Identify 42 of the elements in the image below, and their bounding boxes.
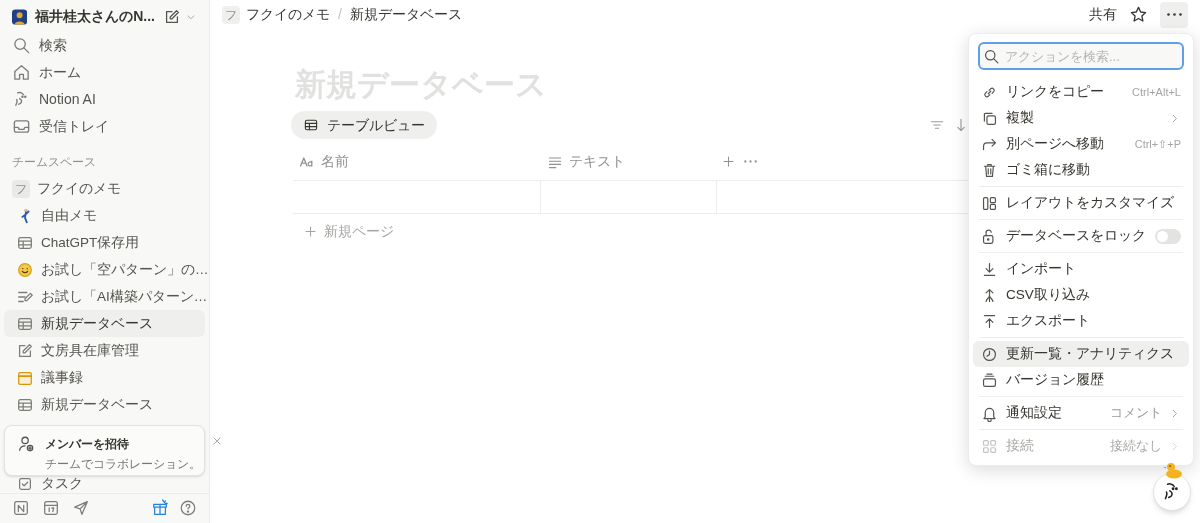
- share-button[interactable]: 共有: [1089, 4, 1117, 25]
- page-item[interactable]: お試し「空パターン」の…: [4, 256, 205, 284]
- breadcrumb-link[interactable]: 新規データベース: [349, 4, 462, 25]
- menu-item[interactable]: 別ページへ移動 Ctrl+⇧+P: [973, 131, 1189, 157]
- shortcut-text: Ctrl+⇧+P: [1134, 136, 1181, 152]
- setting-value: コメント: [1110, 404, 1162, 423]
- invite-title: メンバーを招待: [45, 436, 130, 454]
- menu-item[interactable]: インポート: [973, 256, 1189, 282]
- workspace-name[interactable]: 福井桂太さんのN...: [35, 6, 155, 27]
- menu-item[interactable]: エクスポート: [973, 308, 1189, 334]
- setting-value: 接続なし: [1110, 437, 1162, 456]
- menu-item[interactable]: CSV取り込み: [973, 282, 1189, 308]
- page-item[interactable]: お試し「AI構築パターン…: [4, 283, 205, 311]
- breadcrumb-separator: /: [337, 5, 343, 24]
- page-item[interactable]: 新規データベース: [4, 310, 205, 338]
- shortcut-text: Ctrl+Alt+L: [1132, 84, 1181, 100]
- nav-item[interactable]: ホーム: [4, 59, 205, 86]
- menu-item[interactable]: バージョン履歴: [973, 367, 1189, 393]
- page-item[interactable]: 新規データベース: [4, 391, 205, 419]
- view-tab[interactable]: テーブルビュー: [291, 111, 437, 139]
- page-item[interactable]: タスク: [4, 476, 205, 493]
- page-item[interactable]: 文房具在庫管理: [4, 337, 205, 365]
- menu-item[interactable]: 更新一覧・アナリティクス: [973, 341, 1189, 367]
- nav-item[interactable]: 検索: [4, 32, 205, 59]
- invite-subtitle: チームでコラボレーション。: [45, 456, 201, 474]
- nav-item[interactable]: Notion AI: [4, 86, 205, 113]
- menu-item[interactable]: リンクをコピー Ctrl+Alt+L: [973, 79, 1189, 105]
- page-item[interactable]: フ フクイのメモ: [4, 175, 205, 203]
- page-item[interactable]: 議事録: [4, 364, 205, 392]
- nav-item[interactable]: 受信トレイ: [4, 113, 205, 140]
- teamspace-badge: フ: [12, 179, 30, 198]
- section-heading: チームスペース: [11, 154, 97, 171]
- menu-item[interactable]: ゴミ箱に移動: [973, 157, 1189, 183]
- page-item[interactable]: 自由メモ: [4, 202, 205, 230]
- page-item[interactable]: ChatGPT保存用: [4, 229, 205, 257]
- menu-item[interactable]: 複製: [973, 105, 1189, 131]
- breadcrumb-link[interactable]: フクイのメモ: [246, 4, 330, 25]
- search-field[interactable]: アクションを検索...: [978, 42, 1184, 70]
- menu-item[interactable]: レイアウトをカスタマイズ: [973, 190, 1189, 216]
- menu-item[interactable]: 通知設定 コメント: [973, 400, 1189, 426]
- menu-item[interactable]: データベースをロック: [973, 223, 1189, 249]
- teamspace-badge: フ: [222, 5, 240, 24]
